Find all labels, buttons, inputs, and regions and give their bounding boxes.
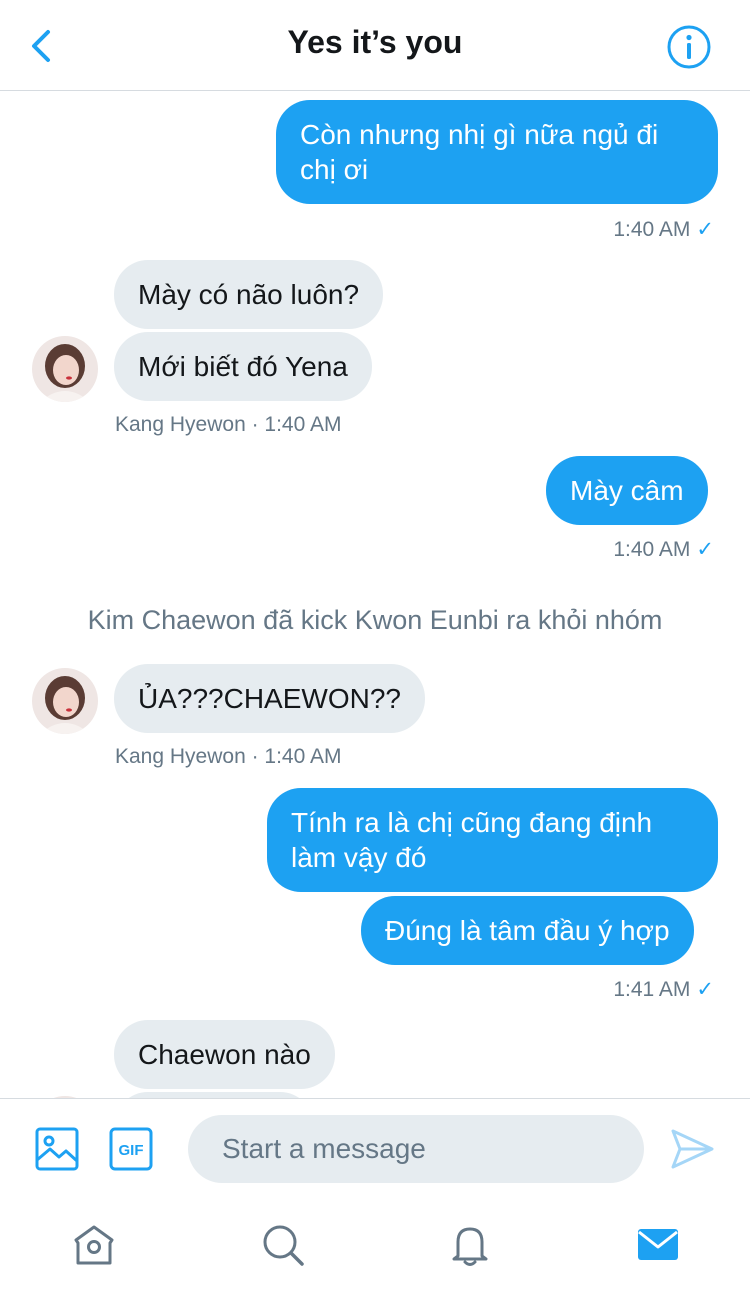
read-check-icon: ✓ [696,978,714,1001]
image-icon [35,1127,79,1171]
message-input[interactable] [188,1115,644,1183]
tab-messages[interactable] [634,1220,682,1268]
send-icon [671,1129,714,1169]
message-timestamp: 1:41 AM ✓ [613,978,714,1001]
avatar[interactable] [32,336,98,402]
message-bubble-outgoing[interactable]: Tính ra là chị cũng đang định làm vậy đó [267,788,718,892]
avatar[interactable] [32,668,98,734]
gif-icon: GIF [109,1127,153,1171]
message-bubble-outgoing[interactable]: Đúng là tâm đầu ý hợp [361,896,694,965]
message-bubble-outgoing[interactable]: Mày câm [546,456,708,525]
bottom-tab-bar [0,1200,750,1296]
message-composer: GIF [0,1098,750,1200]
message-bubble-outgoing[interactable]: Còn nhưng nhị gì nữa ngủ đi chị ơi [276,100,718,204]
avatar-image [32,668,98,734]
mail-icon [638,1229,678,1260]
info-icon [667,25,711,69]
home-icon [74,1225,114,1265]
gif-label: GIF [119,1142,144,1159]
message-bubble-incoming[interactable]: Chaewon nào [114,1020,335,1089]
message-sender-meta: Kang Hyewon · 1:40 AM [115,745,342,768]
tab-home[interactable] [70,1220,118,1268]
message-bubble-incoming[interactable]: Mới biết đó Yena [114,332,372,401]
tab-notifications[interactable] [446,1220,494,1268]
search-icon [263,1225,304,1266]
media-button[interactable] [34,1126,80,1172]
message-list[interactable]: Còn nhưng nhị gì nữa ngủ đi chị ơi 1:40 … [0,92,750,1098]
tab-search[interactable] [258,1220,306,1268]
message-bubble-incoming[interactable]: ỦA???CHAEWON?? [114,664,425,733]
read-check-icon: ✓ [696,538,714,561]
message-sender-meta: Kang Hyewon · 1:40 AM [115,413,342,436]
avatar-image [32,336,98,402]
message-timestamp: 1:40 AM ✓ [613,218,714,241]
gif-button[interactable]: GIF [108,1126,154,1172]
message-timestamp: 1:40 AM ✓ [613,538,714,561]
conversation-title: Yes it’s you [287,24,463,60]
message-bubble-incoming[interactable]: Mày có não luôn? [114,260,384,329]
system-notice: Kim Chaewon đã kick Kwon Eunbi ra khỏi n… [87,605,663,635]
info-button[interactable] [666,24,712,70]
bell-icon [452,1227,488,1266]
read-check-icon: ✓ [696,218,714,241]
conversation-header: Yes it’s you [0,0,750,91]
send-button[interactable] [668,1125,716,1173]
